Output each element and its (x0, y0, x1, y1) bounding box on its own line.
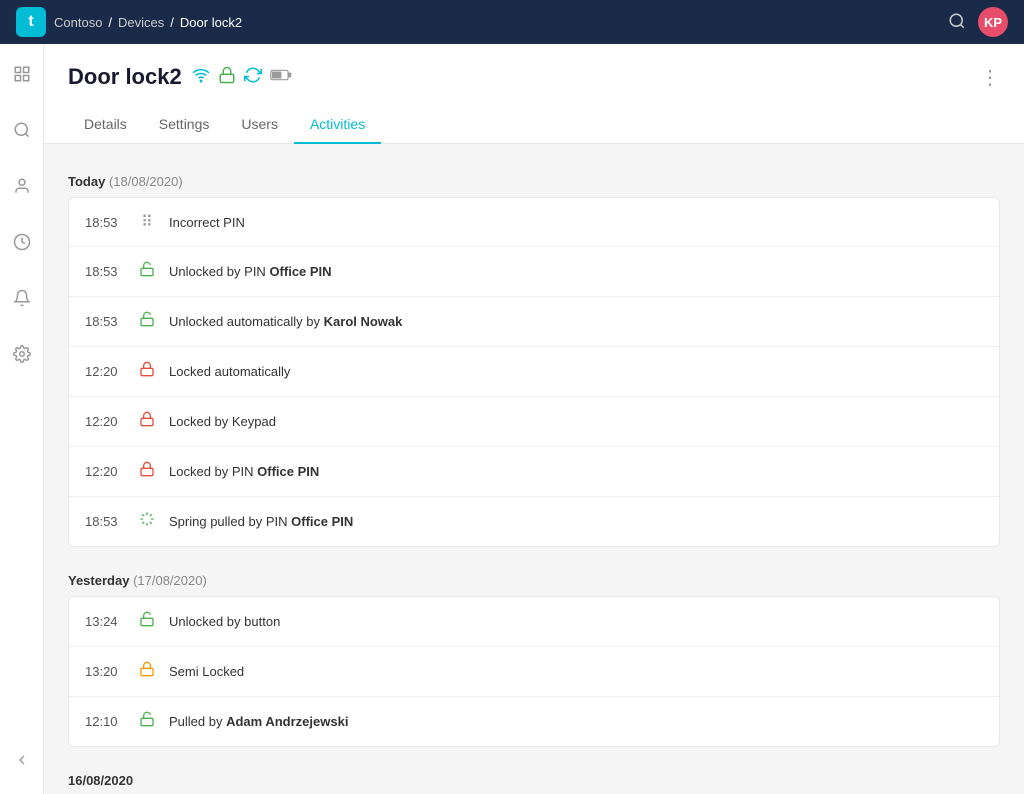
unlock-icon (137, 611, 157, 632)
main-layout: Door lock2 (0, 44, 1024, 794)
lock-icon (137, 411, 157, 432)
page-header: Door lock2 (44, 44, 1024, 144)
semi-lock-icon (137, 661, 157, 682)
table-row: 13:24 Unlocked by button (69, 597, 999, 647)
tab-users[interactable]: Users (225, 106, 294, 144)
battery-icon (270, 68, 292, 87)
activity-list-yesterday: 13:24 Unlocked by button 13:20 (68, 596, 1000, 747)
wifi-icon (192, 66, 210, 89)
sidebar-item-settings[interactable] (4, 336, 40, 372)
table-row: 18:53 Unlocked automatically by Karol No… (69, 297, 999, 347)
activities-content: Today (18/08/2020) 18:53 ⠿ Incorrect PIN… (44, 144, 1024, 794)
day-section-16: 16/08/2020 20:22 Unlocked by button (68, 763, 1000, 794)
unlock-icon (137, 261, 157, 282)
day-section-today: Today (18/08/2020) 18:53 ⠿ Incorrect PIN… (68, 164, 1000, 547)
breadcrumb-contoso[interactable]: Contoso (54, 15, 102, 30)
tab-settings[interactable]: Settings (143, 106, 226, 144)
breadcrumb-current: Door lock2 (180, 15, 242, 30)
sidebar-item-grid[interactable] (4, 56, 40, 92)
page-title: Door lock2 (68, 64, 292, 90)
sidebar-item-clock[interactable] (4, 224, 40, 260)
dots-icon: ⠿ (137, 212, 157, 232)
sidebar-item-notifications[interactable] (4, 280, 40, 316)
page-title-row: Door lock2 (68, 64, 1000, 90)
nav-left: t Contoso / Devices / Door lock2 (16, 7, 242, 37)
table-row: 18:53 Spring pulled by PIN Office PIN (69, 497, 999, 546)
lock-status-icon (218, 66, 236, 89)
activity-list-today: 18:53 ⠿ Incorrect PIN 18:53 Unl (68, 197, 1000, 547)
table-row: 13:20 Semi Locked (69, 647, 999, 697)
table-row: 18:53 Unlocked by PIN Office PIN (69, 247, 999, 297)
sidebar-collapse-icon[interactable] (4, 742, 40, 778)
day-header-today: Today (18/08/2020) (68, 164, 1000, 197)
day-section-yesterday: Yesterday (17/08/2020) 13:24 Unlocked by… (68, 563, 1000, 747)
day-header-16: 16/08/2020 (68, 763, 1000, 794)
user-avatar[interactable]: KP (978, 7, 1008, 37)
breadcrumb: Contoso / Devices / Door lock2 (54, 15, 242, 30)
more-options-icon[interactable]: ⋮ (980, 65, 1000, 90)
top-navigation: t Contoso / Devices / Door lock2 KP (0, 0, 1024, 44)
day-header-yesterday: Yesterday (17/08/2020) (68, 563, 1000, 596)
table-row: 12:20 Locked by Keypad (69, 397, 999, 447)
sync-icon (244, 66, 262, 89)
unlock-icon (137, 311, 157, 332)
unlock-icon (137, 711, 157, 732)
breadcrumb-devices[interactable]: Devices (118, 15, 164, 30)
device-status-icons (192, 66, 292, 89)
tab-activities[interactable]: Activities (294, 106, 381, 144)
content-area: Door lock2 (44, 44, 1024, 794)
lock-icon (137, 361, 157, 382)
lock-icon (137, 461, 157, 482)
search-icon[interactable] (948, 12, 966, 33)
nav-right: KP (948, 7, 1008, 37)
sidebar (0, 44, 44, 794)
sidebar-item-users[interactable] (4, 168, 40, 204)
table-row: 12:10 Pulled by Adam Andrzejewski (69, 697, 999, 746)
table-row: 12:20 Locked by PIN Office PIN (69, 447, 999, 497)
table-row: 18:53 ⠿ Incorrect PIN (69, 198, 999, 247)
app-logo[interactable]: t (16, 7, 46, 37)
spring-icon (137, 511, 157, 532)
tabs: Details Settings Users Activities (68, 106, 1000, 143)
sidebar-item-search[interactable] (4, 112, 40, 148)
tab-details[interactable]: Details (68, 106, 143, 144)
table-row: 12:20 Locked automatically (69, 347, 999, 397)
